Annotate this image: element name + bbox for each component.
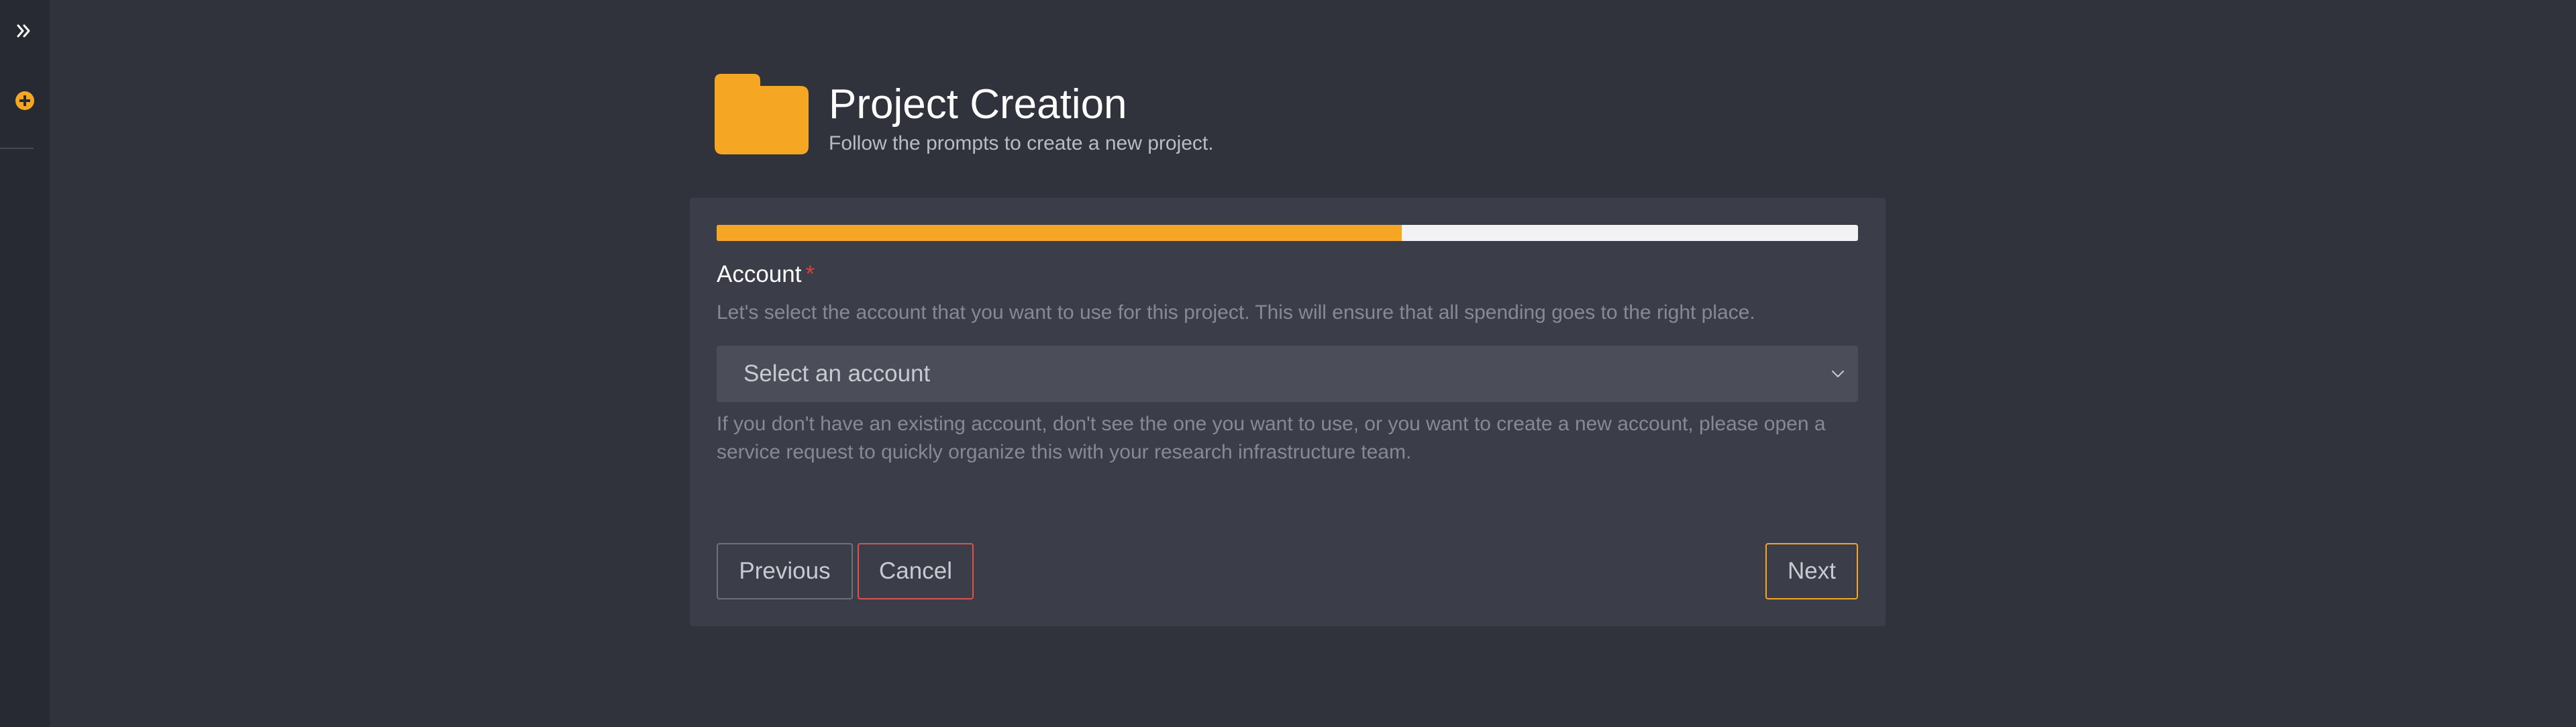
- required-marker: *: [805, 261, 815, 287]
- account-select[interactable]: Select an account: [717, 346, 1858, 402]
- folder-icon: [715, 74, 809, 154]
- chevron-down-icon: [1832, 371, 1844, 377]
- next-button[interactable]: Next: [1765, 543, 1858, 599]
- previous-button[interactable]: Previous: [717, 543, 853, 599]
- progress-bar: [717, 225, 1858, 241]
- account-label-text: Account: [717, 261, 802, 287]
- sidebar-divider: [0, 148, 34, 149]
- account-help-text: If you don't have an existing account, d…: [717, 413, 1826, 463]
- double-chevron-right-icon: [17, 24, 30, 38]
- account-field-label: Account *: [717, 260, 815, 289]
- progress-bar-fill: [717, 225, 1402, 241]
- page-subtitle: Follow the prompts to create a new proje…: [829, 132, 1214, 154]
- account-field-description: Let's select the account that you want t…: [717, 301, 1755, 324]
- expand-sidebar-button[interactable]: [12, 19, 36, 43]
- page-title: Project Creation: [829, 81, 1127, 128]
- cancel-button[interactable]: Cancel: [858, 543, 974, 599]
- create-project-button[interactable]: [15, 91, 35, 111]
- page-header: Project Creation Follow the prompts to c…: [715, 74, 1214, 157]
- project-creation-form: Account * Let's select the account that y…: [690, 198, 1886, 626]
- plus-circle-icon: [15, 91, 34, 110]
- sidebar: [0, 0, 50, 727]
- account-select-placeholder: Select an account: [743, 360, 931, 387]
